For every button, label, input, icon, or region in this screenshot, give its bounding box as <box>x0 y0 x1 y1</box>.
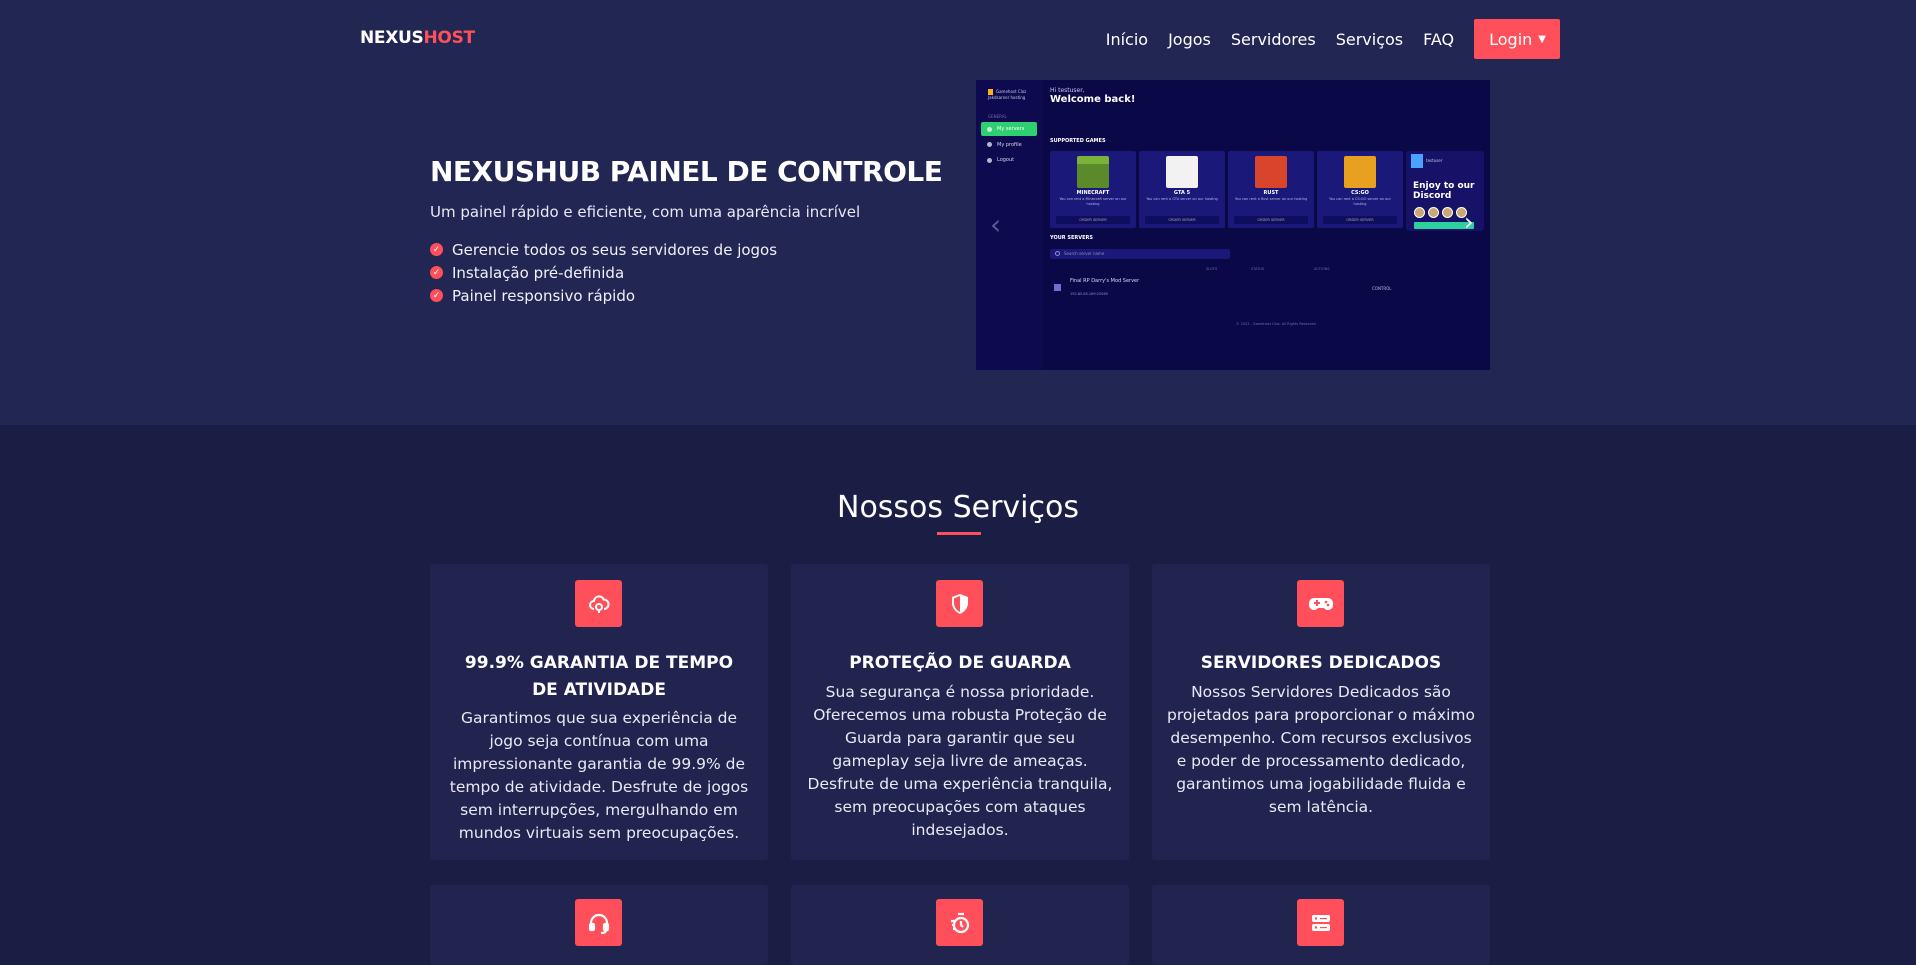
stopwatch-icon <box>936 899 983 946</box>
preview-game-card: CS:GO You can rent a CS:GO server on our… <box>1317 151 1403 228</box>
service-text: Garantimos que sua experiência de jogo s… <box>449 709 749 842</box>
preview-brand: Gamehost Cloz Jakdsarner hosting <box>988 89 1027 100</box>
minecraft-icon <box>1077 156 1109 188</box>
preview-col-header: STATUS <box>1251 267 1265 271</box>
feature-item: ✓ Gerencie todos os seus servidores de jo… <box>430 238 777 261</box>
service-card <box>430 885 768 965</box>
feature-list: ✓ Gerencie todos os seus servidores de jo… <box>430 238 777 307</box>
preview-game-card: RUST You can rent a Rust server on our h… <box>1228 151 1314 228</box>
main-nav: Início Jogos Servidores Serviços FAQ Log… <box>1106 19 1560 59</box>
headset-icon <box>575 899 622 946</box>
preview-search: Search server name <box>1050 249 1230 259</box>
preview-menu: My servers My profile Logout <box>981 122 1037 169</box>
chevron-right-icon: › <box>1464 208 1474 236</box>
preview-welcome: Welcome back! <box>1050 94 1136 105</box>
server-icon <box>1297 899 1344 946</box>
preview-game-cards: MINECRAFT You can rent a Minecraft serve… <box>1050 151 1406 228</box>
preview-greeting: Hi testuser, <box>1050 87 1085 94</box>
preview-footer: © 2023 - Gamehost Cloz. All Rights Reser… <box>1236 322 1316 326</box>
chevron-down-icon: ▼ <box>1538 33 1546 45</box>
check-icon: ✓ <box>430 289 443 302</box>
feature-label: Gerencie todos os seus servidores de jog… <box>452 240 778 259</box>
preview-server-row: Final RP Darry's Mod Server 192.85.85.16… <box>1050 278 1410 304</box>
service-card <box>791 885 1129 965</box>
feature-item: ✓ Instalação pré-definida <box>430 261 777 284</box>
service-card: PROTEÇÃO DE GUARDA Sua segurança é nossa… <box>791 564 1129 860</box>
nav-link-servicos[interactable]: Serviços <box>1336 30 1403 49</box>
site-logo[interactable]: NEXUSHOST <box>360 28 475 48</box>
preview-section-label: GENERAL <box>988 114 1007 119</box>
service-text: Sua segurança é nossa prioridade. Oferec… <box>807 683 1113 839</box>
service-card: SERVIDORES DEDICADOS Nossos Servidores D… <box>1152 564 1490 860</box>
search-icon <box>1055 251 1060 256</box>
services-title: Nossos Serviços <box>837 490 1079 525</box>
logo-main: NEXUS <box>360 28 424 48</box>
title-underline <box>937 532 981 535</box>
hero-subtitle: Um painel rápido e eficiente, com uma ap… <box>430 203 861 221</box>
service-card: 99.9% GARANTIA DE TEMPO DE ATIVIDADE Gar… <box>430 564 768 860</box>
csgo-icon <box>1344 156 1376 188</box>
feature-label: Painel responsivo rápido <box>452 286 636 305</box>
gamepad-icon <box>1297 580 1344 627</box>
service-title: PROTEÇÃO DE GUARDA <box>849 653 1071 673</box>
hero-section: NEXUSHOST Início Jogos Servidores Serviç… <box>0 0 1916 425</box>
feature-label: Instalação pré-definida <box>452 263 625 282</box>
login-label: Login <box>1489 29 1533 49</box>
nav-link-jogos[interactable]: Jogos <box>1168 30 1211 49</box>
hero-title: NEXUSHUB PAINEL DE CONTROLE <box>430 155 943 188</box>
service-title: SERVIDORES DEDICADOS <box>1200 653 1442 673</box>
preview-col-header: ACTIONS <box>1314 267 1330 271</box>
preview-your-servers-label: YOUR SERVERS <box>1050 235 1093 241</box>
shield-icon <box>936 580 983 627</box>
service-card <box>1152 885 1490 965</box>
feature-item: ✓ Painel responsivo rápido <box>430 284 777 307</box>
nav-link-servidores[interactable]: Servidores <box>1231 30 1316 49</box>
gta5-icon <box>1166 156 1198 188</box>
preview-sidebar: Gamehost Cloz Jakdsarner hosting GENERAL… <box>976 80 1042 370</box>
service-text: Nossos Servidores Dedicados são projetad… <box>1167 683 1475 816</box>
preview-game-card: MINECRAFT You can rent a Minecraft serve… <box>1050 151 1136 228</box>
preview-col-header: SLOTS <box>1206 267 1218 271</box>
chevron-left-icon: ‹ <box>990 208 1002 241</box>
preview-menu-item: Logout <box>981 153 1037 167</box>
preview-menu-item: My servers <box>981 122 1037 136</box>
rust-icon <box>1255 156 1287 188</box>
check-icon: ✓ <box>430 243 443 256</box>
logo-accent: HOST <box>423 28 476 48</box>
login-button[interactable]: Login ▼ <box>1474 19 1560 59</box>
check-icon: ✓ <box>430 266 443 279</box>
preview-supported-label: SUPPORTED GAMES <box>1050 138 1106 144</box>
cloud-uptime-icon <box>575 580 622 627</box>
nav-link-inicio[interactable]: Início <box>1106 30 1148 49</box>
nav-link-faq[interactable]: FAQ <box>1423 30 1454 49</box>
service-title: 99.9% GARANTIA DE TEMPO DE ATIVIDADE <box>464 653 734 700</box>
preview-menu-item: My profile <box>981 138 1037 152</box>
dashboard-preview-image: Gamehost Cloz Jakdsarner hosting GENERAL… <box>976 80 1490 370</box>
preview-game-card: GTA 5 You can rent a GTA server on our h… <box>1139 151 1225 228</box>
